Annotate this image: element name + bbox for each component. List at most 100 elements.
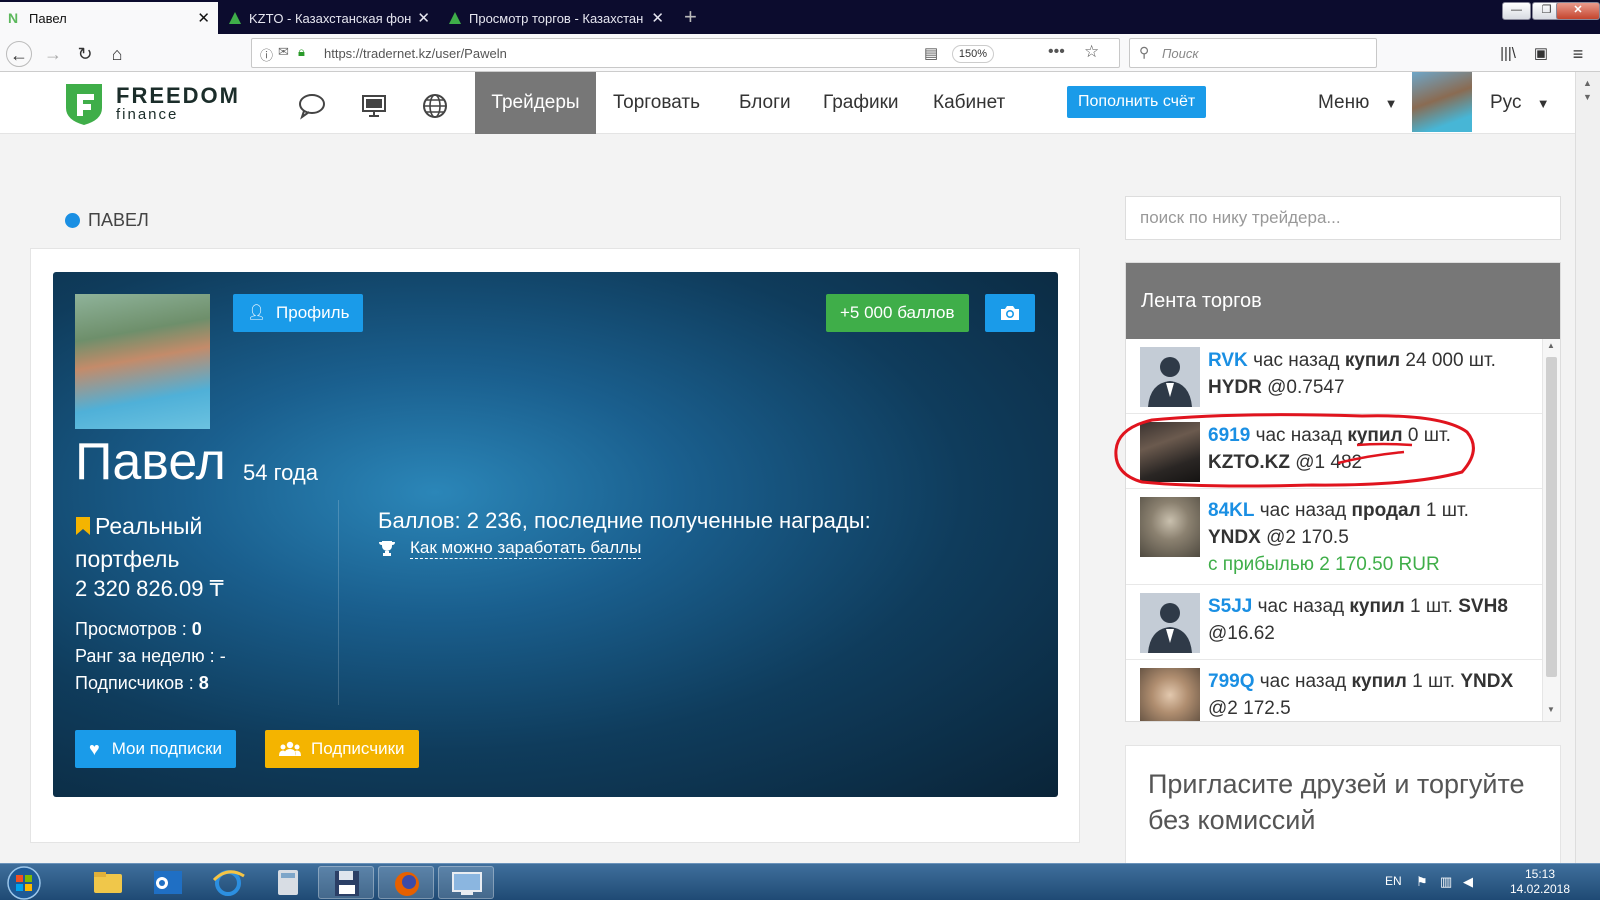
close-tab-icon[interactable]: ✕ [651, 9, 664, 27]
trade-price: @2 172.5 [1208, 698, 1291, 719]
action-center-icon[interactable]: ⚑ [1416, 874, 1428, 890]
library-icon[interactable]: |||\ [1495, 41, 1521, 67]
windows-start-icon[interactable] [4, 865, 44, 900]
scroll-up-icon[interactable]: ▲ [1547, 341, 1555, 350]
language-dropdown[interactable]: Рус ▼ [1490, 72, 1550, 134]
new-tab-icon[interactable]: + [684, 4, 697, 30]
lock-icon[interactable]: 🔒︎ [298, 44, 305, 60]
browser-nav-bar: ← → ↻ ⌂ ⓘ ✉ 🔒︎ https://tradernet.kz/user… [0, 34, 1600, 72]
followers-button[interactable]: Подписчики [265, 730, 419, 768]
minimize-icon[interactable]: — [1502, 2, 1531, 20]
monitor-icon[interactable] [360, 92, 388, 120]
freedom-logo-icon[interactable] [64, 82, 104, 126]
menu-dropdown[interactable]: Меню ▼ [1318, 72, 1398, 134]
trade-ticker[interactable]: SVH8 [1458, 596, 1508, 617]
close-tab-icon[interactable]: ✕ [417, 9, 430, 27]
back-icon[interactable]: ← [6, 41, 32, 67]
rank-stat: Ранг за неделю : - [75, 646, 226, 667]
forward-icon[interactable]: → [40, 41, 66, 67]
feed-item-text: RVK час назад купил 24 000 шт. HYDR @0.7… [1208, 347, 1538, 401]
remote-desktop-icon[interactable] [438, 866, 494, 899]
trader-nick-link[interactable]: S5JJ [1208, 596, 1252, 617]
caret-down-icon: ▼ [1536, 96, 1550, 111]
browser-search-bar[interactable]: ⚲ Поиск [1129, 38, 1377, 68]
my-subscriptions-button[interactable]: ♥ Мои подписки [75, 730, 237, 768]
reader-view-icon[interactable]: ▤ [924, 44, 938, 62]
profile-name: Павел [75, 433, 226, 491]
profile-avatar[interactable] [75, 294, 210, 429]
permissions-icon[interactable]: ✉ [278, 44, 289, 60]
views-label: Просмотров : [75, 619, 187, 639]
page-scrollbar[interactable]: ▲ ▼ [1575, 72, 1600, 863]
points-button[interactable]: +5 000 баллов [826, 294, 969, 332]
earn-points-link[interactable]: Как можно заработать баллы [378, 538, 642, 559]
close-window-icon[interactable]: ✕ [1556, 2, 1600, 20]
nav-blogs[interactable]: Блоги [723, 72, 807, 134]
home-icon[interactable]: ⌂ [104, 41, 130, 67]
calculator-icon[interactable] [260, 866, 316, 899]
feed-scroll-thumb[interactable] [1546, 357, 1557, 677]
topup-button[interactable]: Пополнить счёт [1067, 86, 1207, 118]
tab-trades[interactable]: Просмотр торгов - Казахстан ✕ [440, 2, 672, 34]
bookmark-star-icon[interactable]: ☆ [1084, 42, 1099, 62]
trade-ticker[interactable]: HYDR [1208, 377, 1262, 398]
nav-cabinet[interactable]: Кабинет [917, 72, 1021, 134]
taskbar-clock[interactable]: 15:13 14.02.2018 [1505, 867, 1575, 897]
default-avatar-icon[interactable] [1140, 593, 1200, 653]
online-status-dot [65, 213, 80, 228]
scroll-down-icon[interactable]: ▼ [1547, 705, 1555, 714]
nav-trade[interactable]: Торговать [597, 72, 716, 134]
nav-traders[interactable]: Трейдеры [475, 72, 596, 134]
menu-label: Меню [1318, 92, 1370, 113]
tab-title: KZTO - Казахстанская фондов [249, 10, 412, 26]
trade-ticker[interactable]: YNDX [1460, 671, 1513, 692]
tab-pavel[interactable]: N Павел ✕ [0, 2, 218, 34]
caret-down-icon: ▼ [1384, 96, 1398, 111]
camera-button[interactable] [985, 294, 1035, 332]
trade-action: купил [1344, 350, 1401, 371]
trader-nick-link[interactable]: RVK [1208, 350, 1248, 371]
logo-title[interactable]: FREEDOM [116, 85, 240, 107]
trader-search-input[interactable]: поиск по нику трейдера... [1125, 196, 1561, 240]
save-app-icon[interactable] [318, 866, 374, 899]
red-annotation-ellipse [1114, 413, 1475, 488]
volume-icon[interactable]: ◀ [1463, 874, 1473, 890]
vertical-divider [338, 500, 339, 705]
explorer-icon[interactable] [80, 866, 136, 899]
globe-icon[interactable] [421, 92, 449, 120]
outlook-icon[interactable] [140, 866, 196, 899]
chat-icon[interactable] [298, 92, 326, 120]
tray-language[interactable]: EN [1385, 874, 1402, 888]
logo-subtitle[interactable]: finance [116, 106, 178, 123]
page-actions-icon[interactable]: ••• [1048, 43, 1065, 61]
profile-button-label: Профиль [276, 303, 350, 322]
freedom-favicon-icon [449, 12, 461, 24]
feed-scrollbar[interactable]: ▲ ▼ [1542, 339, 1560, 721]
firefox-icon[interactable] [378, 866, 434, 899]
user-avatar[interactable] [1412, 72, 1472, 132]
nav-charts[interactable]: Графики [807, 72, 915, 134]
url-text[interactable]: https://tradernet.kz/user/Paweln [324, 46, 507, 61]
close-tab-icon[interactable]: ✕ [197, 9, 210, 27]
scroll-up-icon[interactable]: ▲ [1583, 78, 1592, 88]
hamburger-menu-icon[interactable]: ≡ [1565, 41, 1591, 67]
profile-button[interactable]: 👤︎ Профиль [233, 294, 364, 332]
sidebar-icon[interactable]: ▣ [1528, 41, 1554, 67]
trader-avatar[interactable] [1140, 668, 1200, 721]
reload-icon[interactable]: ↻ [72, 41, 98, 67]
trader-avatar[interactable] [1140, 497, 1200, 557]
portfolio-value: 2 320 826.09 ₸ [75, 576, 224, 601]
tab-kzto[interactable]: KZTO - Казахстанская фондов ✕ [220, 2, 438, 34]
internet-explorer-icon[interactable] [200, 866, 256, 899]
feed-item: S5JJ час назад купил 1 шт. SVH8 @16.62 [1126, 585, 1542, 660]
scroll-down-icon[interactable]: ▼ [1583, 92, 1592, 102]
url-bar[interactable]: ⓘ ✉ 🔒︎ https://tradernet.kz/user/Paweln … [251, 38, 1120, 68]
zoom-level[interactable]: 150% [952, 45, 994, 63]
trader-nick-link[interactable]: 799Q [1208, 671, 1254, 692]
default-avatar-icon[interactable] [1140, 347, 1200, 407]
trader-nick-link[interactable]: 84KL [1208, 500, 1254, 521]
trade-ticker[interactable]: YNDX [1208, 527, 1261, 548]
trade-price: @0.7547 [1267, 377, 1345, 398]
info-icon[interactable]: ⓘ [260, 45, 273, 64]
network-icon[interactable]: ▥ [1440, 874, 1452, 890]
